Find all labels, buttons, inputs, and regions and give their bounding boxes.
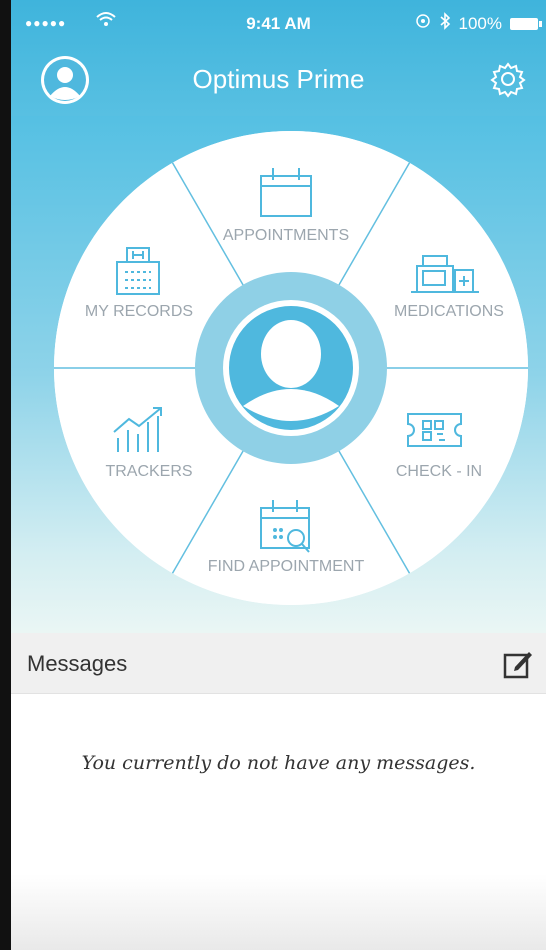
page-title: Optimus Prime [192, 64, 365, 94]
status-right: 100% [415, 12, 542, 35]
segment-label-appointments: APPOINTMENTS [223, 227, 349, 244]
segment-label-medications: MEDICATIONS [394, 303, 504, 320]
segment-label-find-appointment: FIND APPOINTMENT [208, 558, 365, 575]
bluetooth-icon [439, 12, 451, 35]
navigation-wheel: APPOINTMENTS MEDICATIONS CHECK - IN FIND… [54, 131, 528, 605]
battery-icon [510, 17, 542, 30]
compose-icon [503, 652, 532, 679]
segment-label-my-records: MY RECORDS [85, 303, 193, 320]
battery-percent: 100% [458, 13, 502, 33]
messages-title: Messages [27, 651, 128, 676]
dashboard-hero: APPOINTMENTS MEDICATIONS CHECK - IN FIND… [11, 116, 546, 633]
phone-screen: ●●●●● 9:41 AM 100% Optimus Prime APPOINT… [11, 0, 546, 950]
user-avatar-icon [261, 320, 321, 388]
compose-message-button[interactable] [501, 647, 535, 681]
gear-icon [490, 62, 526, 98]
messages-header: Messages [11, 633, 546, 694]
orientation-lock-icon [415, 13, 431, 34]
center-avatar-button[interactable] [223, 300, 359, 436]
settings-button[interactable] [489, 60, 527, 98]
empty-messages-text: You currently do not have any messages. [81, 752, 476, 774]
segment-label-check-in: CHECK - IN [396, 463, 482, 480]
segment-label-trackers: TRACKERS [105, 463, 192, 480]
app-header: ●●●●● 9:41 AM 100% Optimus Prime [11, 0, 546, 116]
status-bar: ●●●●● 9:41 AM 100% [11, 0, 546, 46]
